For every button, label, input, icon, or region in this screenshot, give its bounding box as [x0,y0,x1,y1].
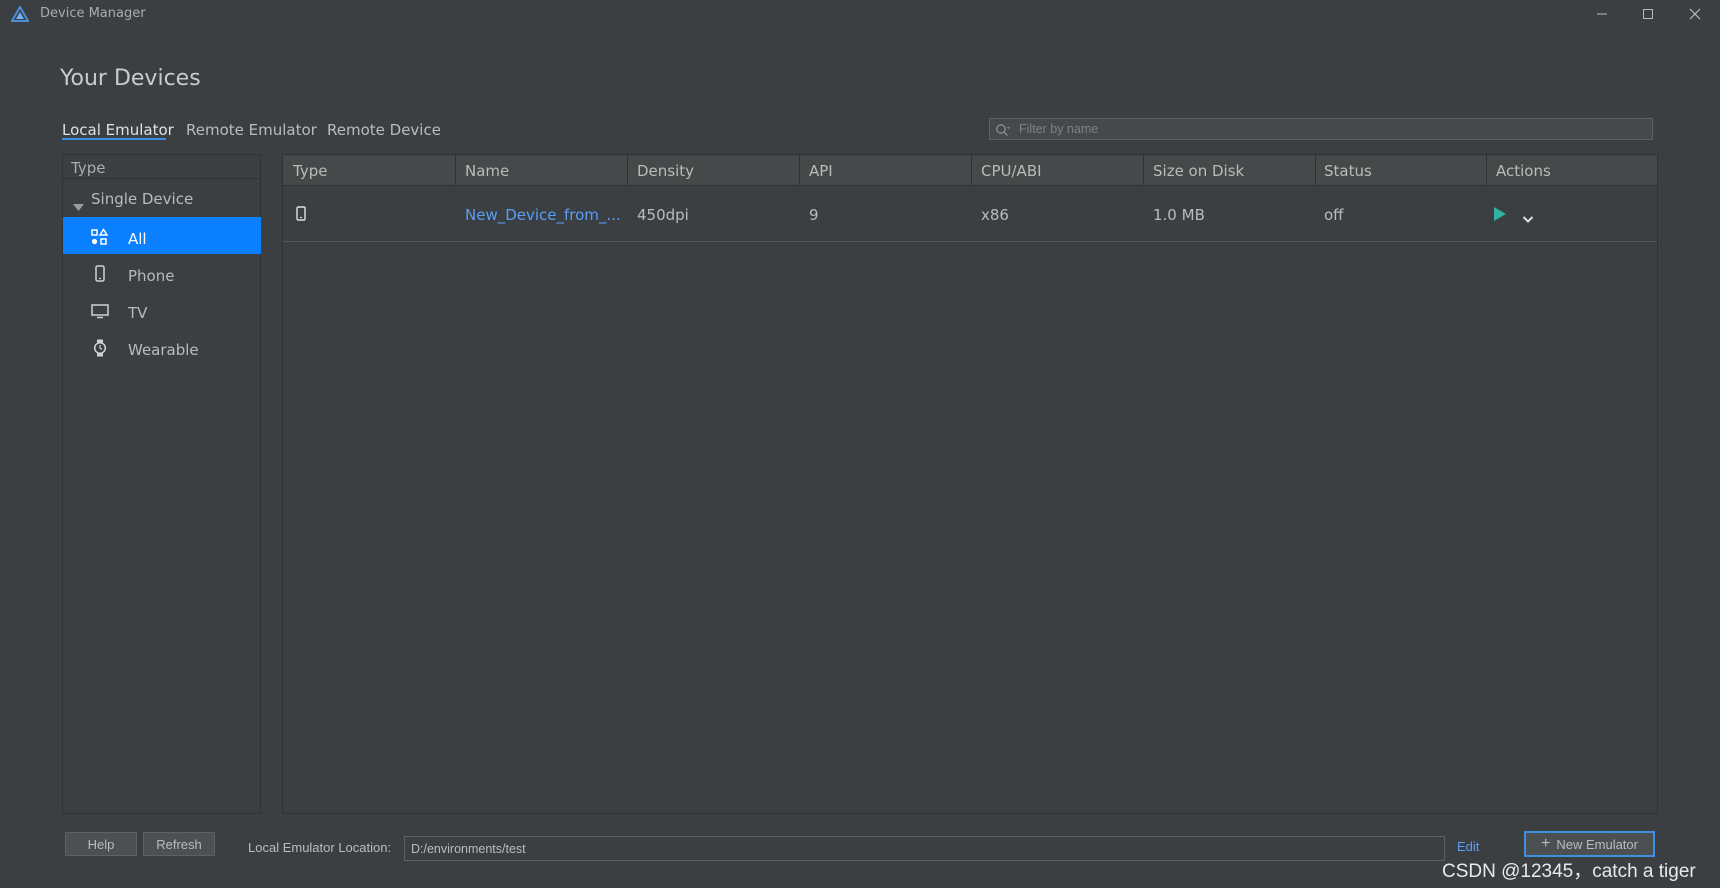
maximize-icon [1643,9,1653,19]
column-header-type[interactable]: Type [293,162,327,180]
device-size-on-disk: 1.0 MB [1153,206,1205,224]
app-logo-icon [10,4,30,22]
watch-icon [91,339,109,357]
group-single-device-label: Single Device [91,190,194,208]
column-separator[interactable] [1315,155,1316,186]
device-table [282,154,1658,814]
type-item-phone-label: Phone [128,267,175,285]
type-item-all-label: All [128,230,147,248]
search-input[interactable] [1019,119,1639,139]
phone-icon [296,206,306,221]
watermark: CSDN @12345，catch a tiger [1442,861,1696,882]
device-cpu-abi: x86 [981,206,1009,224]
close-button[interactable] [1672,0,1718,28]
minimize-button[interactable] [1579,0,1625,28]
chevron-down-icon[interactable] [1522,209,1534,223]
device-api: 9 [809,206,819,224]
close-icon [1689,8,1701,20]
maximize-button[interactable] [1625,0,1671,28]
emulator-location-label: Local Emulator Location: [248,840,392,855]
column-separator[interactable] [1143,155,1144,186]
column-header-cpu-abi[interactable]: CPU/ABI [981,162,1042,180]
device-name-link[interactable]: New_Device_from_... [465,206,621,224]
column-header-status[interactable]: Status [1324,162,1372,180]
run-icon[interactable] [1493,206,1507,222]
column-separator[interactable] [455,155,456,186]
type-item-wearable-label: Wearable [128,341,199,359]
emulator-location-field[interactable] [404,836,1445,861]
type-item-tv-label: TV [128,304,148,322]
search-icon [995,122,1011,136]
tab-active-indicator [62,138,166,140]
column-separator[interactable] [1486,155,1487,186]
column-separator[interactable] [627,155,628,186]
column-header-actions: Actions [1496,162,1551,180]
device-status: off [1324,206,1344,224]
plus-icon: + [1541,835,1551,852]
tab-remote-emulator[interactable]: Remote Emulator [186,121,317,139]
page-title: Your Devices [60,66,201,91]
title-bar [0,0,1720,28]
help-button[interactable]: Help [65,832,137,856]
column-header-density[interactable]: Density [637,162,694,180]
column-separator[interactable] [971,155,972,186]
apps-grid-icon [91,228,109,246]
new-emulator-button[interactable]: + New Emulator [1524,831,1655,857]
device-density: 450dpi [637,206,689,224]
tab-local-emulator[interactable]: Local Emulator [62,121,174,139]
type-panel-header-label: Type [71,159,106,177]
edit-location-link[interactable]: Edit [1457,839,1479,854]
column-header-name[interactable]: Name [465,162,509,180]
minimize-icon [1597,13,1607,15]
window-title: Device Manager [40,6,146,21]
refresh-button[interactable]: Refresh [143,832,215,856]
phone-icon [91,265,109,283]
column-header-api[interactable]: API [809,162,833,180]
tab-remote-device[interactable]: Remote Device [327,121,441,139]
tv-icon [91,302,109,320]
column-header-size-on-disk[interactable]: Size on Disk [1153,162,1244,180]
column-separator[interactable] [799,155,800,186]
new-emulator-label: New Emulator [1556,836,1638,852]
caret-down-icon[interactable] [73,196,84,211]
